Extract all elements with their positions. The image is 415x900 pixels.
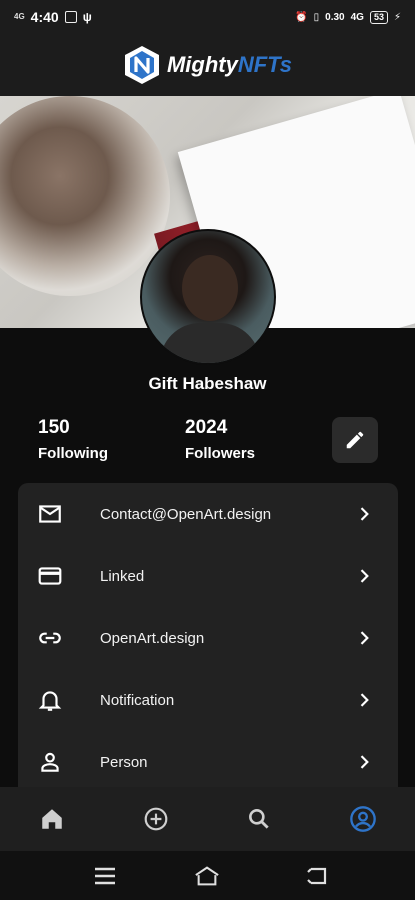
- cover-plate: [0, 96, 170, 296]
- menu-label: Notification: [100, 691, 175, 709]
- account-circle-icon: [350, 806, 376, 832]
- charging-icon: ⚡: [393, 11, 401, 23]
- notification-icon: [64, 11, 77, 23]
- vibrate-icon: ▯: [313, 11, 320, 23]
- chevron-right-icon: [360, 693, 369, 707]
- nav-add[interactable]: [142, 805, 170, 833]
- menu-label: OpenArt.design: [100, 629, 205, 647]
- home-outline-icon: [195, 866, 219, 886]
- menu-item-linked[interactable]: Linked: [18, 545, 398, 607]
- followers-stat[interactable]: 2024 Followers: [185, 417, 255, 462]
- menu-item-website[interactable]: OpenArt.design: [18, 607, 398, 669]
- home-icon: [42, 809, 62, 829]
- menu-label: Person: [100, 753, 148, 771]
- signal-label: 4G: [14, 12, 25, 21]
- menu-label: Linked: [100, 567, 145, 585]
- home-system-button[interactable]: [194, 864, 220, 888]
- brand-accent: NFTs: [237, 52, 293, 77]
- status-time: 4:40: [30, 9, 59, 25]
- avatar-face: [182, 255, 238, 321]
- recents-button[interactable]: [92, 864, 118, 888]
- following-count: 150: [38, 417, 70, 438]
- menu-item-notification[interactable]: Notification: [18, 669, 398, 731]
- profile-menu: Contact@OpenArt.design Linked OpenArt.de…: [18, 483, 398, 793]
- following-label: Following: [38, 445, 108, 462]
- app-logo-text: MightyNFTs: [167, 52, 292, 78]
- back-icon: [307, 867, 327, 885]
- person-icon: [36, 748, 64, 776]
- network-speed: 0.30: [325, 11, 345, 23]
- chevron-right-icon: [360, 507, 369, 521]
- back-button[interactable]: [304, 864, 330, 888]
- edit-icon: [346, 431, 364, 449]
- menu-item-person[interactable]: Person: [18, 731, 398, 793]
- app-header: MightyNFTs: [0, 34, 415, 96]
- usb-icon: ψ: [82, 10, 92, 24]
- followers-label: Followers: [185, 445, 256, 462]
- chevron-right-icon: [360, 755, 369, 769]
- avatar[interactable]: [140, 229, 276, 365]
- chevron-right-icon: [360, 569, 369, 583]
- bell-icon: [36, 686, 64, 714]
- battery-level: 53: [369, 10, 388, 24]
- network-type: 4G: [350, 11, 364, 23]
- avatar-shirt: [160, 323, 260, 363]
- menu-label: Contact@OpenArt.design: [100, 505, 272, 523]
- followers-count: 2024: [185, 417, 228, 438]
- edit-profile-button[interactable]: [332, 417, 378, 463]
- search-icon: [249, 809, 269, 829]
- menu-lines-icon: [95, 867, 115, 885]
- mail-icon: [36, 500, 64, 528]
- brand-prefix: Mighty: [166, 52, 238, 77]
- add-circle-icon: [144, 807, 168, 831]
- chevron-right-icon: [360, 631, 369, 645]
- logo-icon: [124, 46, 159, 84]
- nav-profile[interactable]: [349, 805, 377, 833]
- bottom-nav: [0, 787, 415, 851]
- profile-name: Gift Habeshaw: [148, 374, 267, 393]
- status-bar: 4G 4:40 ψ ⏰ ▯ 0.30 4G 53 ⚡: [0, 0, 415, 34]
- following-stat[interactable]: 150 Following: [38, 417, 108, 462]
- nav-search[interactable]: [245, 805, 273, 833]
- nav-home[interactable]: [38, 805, 66, 833]
- credit-card-icon: [36, 562, 64, 590]
- system-nav-bar: [0, 851, 415, 900]
- menu-item-contact[interactable]: Contact@OpenArt.design: [18, 483, 398, 545]
- alarm-icon: ⏰: [295, 11, 308, 23]
- link-icon: [36, 624, 64, 652]
